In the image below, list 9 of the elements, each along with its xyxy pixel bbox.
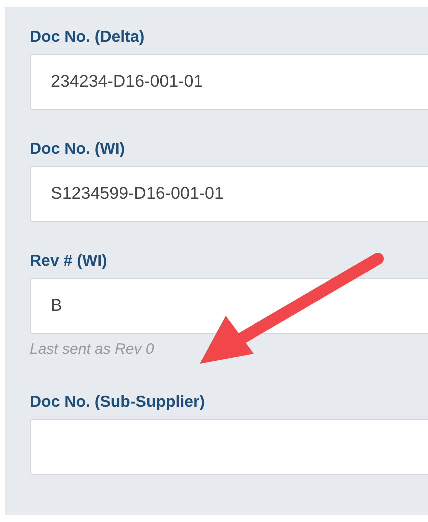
input-field[interactable]: S1234599-D16-001-01	[30, 166, 428, 222]
field-label: Doc No. (Sub-Supplier)	[30, 393, 206, 413]
input-field[interactable]	[30, 419, 428, 475]
field-label: Rev # (WI)	[30, 252, 108, 272]
field-hint: Last sent as Rev 0	[30, 341, 156, 359]
input-field[interactable]: B	[30, 278, 428, 334]
field-label: Doc No. (WI)	[30, 140, 126, 160]
field-label: Doc No. (Delta)	[30, 28, 146, 48]
input-field[interactable]: 234234-D16-001-01	[30, 54, 428, 110]
